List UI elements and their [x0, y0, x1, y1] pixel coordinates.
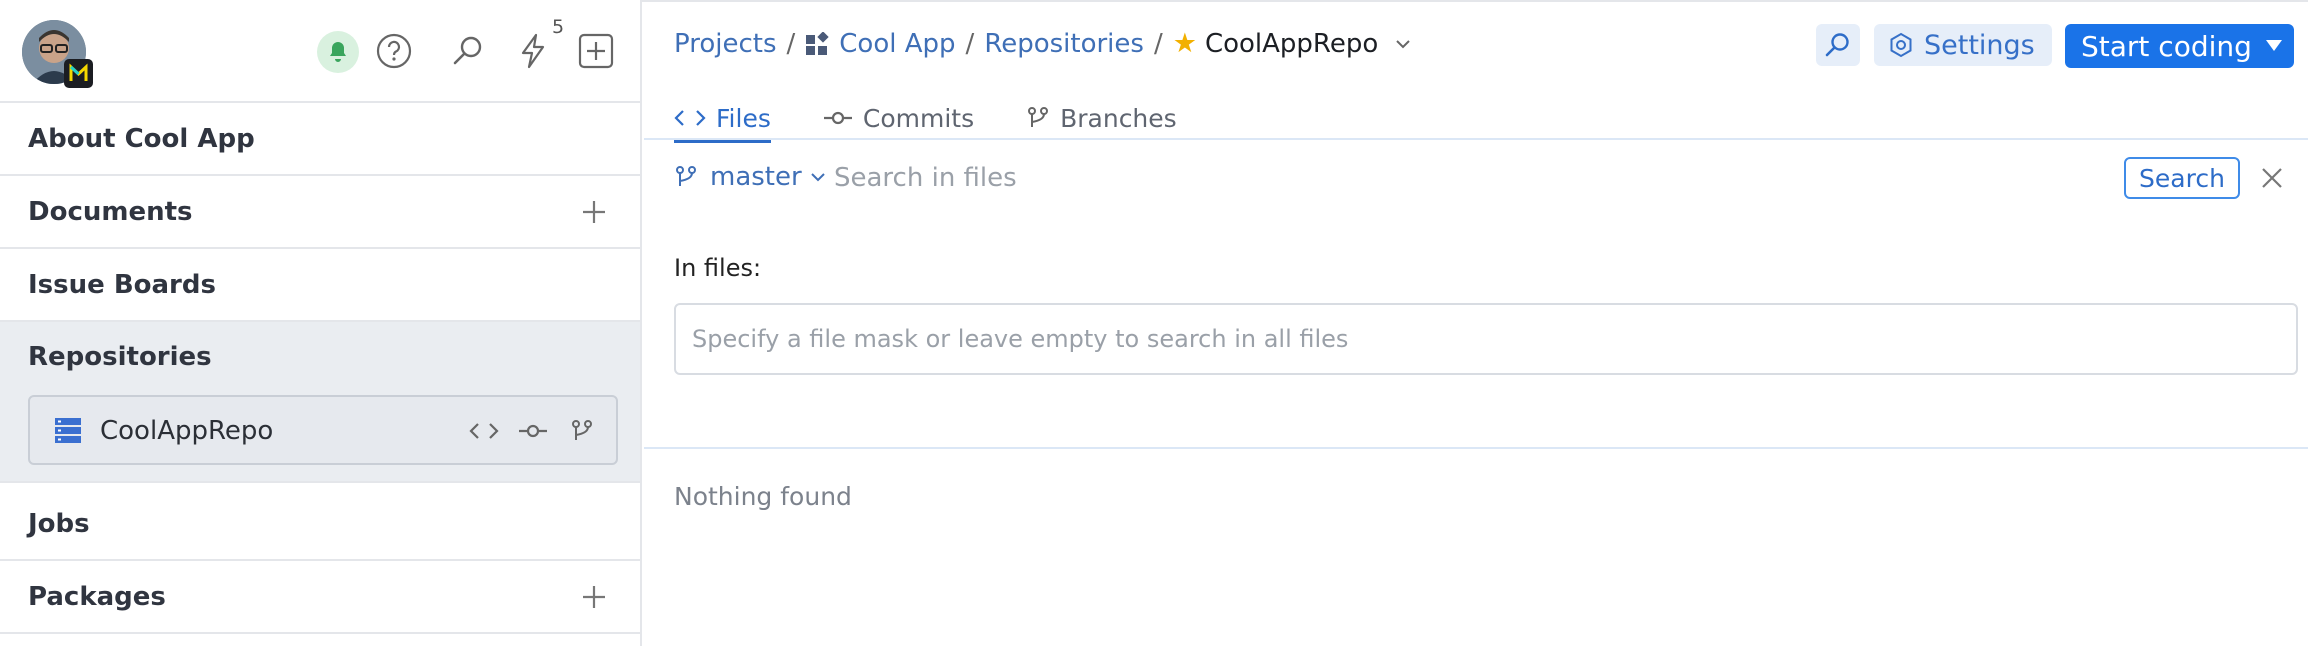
search-button[interactable]: Search: [2124, 157, 2240, 199]
lightning-icon[interactable]: [513, 31, 553, 71]
search-input[interactable]: [834, 160, 1634, 196]
help-icon[interactable]: [374, 31, 414, 71]
close-icon[interactable]: [2258, 164, 2286, 192]
add-icon[interactable]: [576, 31, 616, 71]
sidebar-item-issue-boards[interactable]: Issue Boards: [0, 249, 640, 322]
sidebar-item-label: Documents: [28, 196, 193, 227]
search-button-top[interactable]: [1816, 24, 1860, 66]
empty-results-text: Nothing found: [674, 482, 852, 511]
tab-files[interactable]: Files: [674, 97, 771, 143]
breadcrumb-repositories-link[interactable]: Repositories: [984, 29, 1144, 59]
breadcrumb-separator: /: [965, 28, 975, 59]
search-icon[interactable]: [448, 31, 488, 71]
branch-icon: [676, 166, 696, 186]
branch-icon: [1028, 107, 1049, 127]
sidebar-item-packages[interactable]: Packages: [0, 561, 640, 634]
tab-label: Commits: [862, 103, 975, 133]
settings-button[interactable]: Settings: [1874, 24, 2052, 66]
add-document-icon[interactable]: [580, 198, 608, 226]
repo-list-item[interactable]: CoolAppRepo: [28, 395, 618, 465]
caret-down-icon[interactable]: [2266, 40, 2282, 51]
tab-label: Branches: [1060, 103, 1177, 133]
repo-name: CoolAppRepo: [100, 416, 274, 446]
commit-icon[interactable]: [517, 417, 549, 445]
sidebar-item-jobs[interactable]: Jobs: [0, 488, 640, 561]
tab-divider: [644, 138, 2308, 140]
chevron-down-icon: [810, 173, 825, 182]
sidebar-item-label: Packages: [28, 581, 166, 612]
start-coding-label: Start coding: [2081, 29, 2252, 63]
gear-icon: [1890, 32, 1912, 58]
notification-count: 5: [552, 16, 565, 38]
start-coding-button[interactable]: Start coding: [2065, 24, 2294, 68]
breadcrumb-project-link[interactable]: Cool App: [839, 29, 955, 59]
notifications-bell-icon[interactable]: [317, 31, 359, 73]
add-package-icon[interactable]: [580, 583, 608, 611]
breadcrumb-separator: /: [1153, 28, 1163, 59]
file-mask-input[interactable]: [674, 303, 2298, 375]
sidebar-item-label: Issue Boards: [28, 269, 216, 300]
repository-icon: [55, 418, 81, 443]
breadcrumb: Projects / Cool App / Repositories / ★ C…: [674, 28, 1414, 59]
results-divider: [644, 447, 2308, 449]
sidebar-toolbar: 5: [0, 0, 640, 103]
sidebar-item-label: About Cool App: [28, 123, 255, 154]
code-icon[interactable]: [468, 417, 500, 445]
branch-name: master: [710, 162, 802, 192]
branch-selector[interactable]: master: [674, 162, 840, 192]
tab-label: Files: [716, 103, 771, 133]
search-icon: [1825, 33, 1849, 57]
in-files-label: In files:: [674, 254, 762, 282]
breadcrumb-current-repo[interactable]: CoolAppRepo: [1205, 29, 1378, 59]
sidebar-item-documents[interactable]: Documents: [0, 176, 640, 249]
tab-commits[interactable]: Commits: [823, 97, 974, 139]
sidebar-item-label: Repositories: [28, 342, 212, 372]
tab-bar: Files Commits Branches: [674, 97, 1229, 143]
star-icon[interactable]: ★: [1173, 28, 1197, 59]
sidebar-item-about[interactable]: About Cool App: [0, 103, 640, 176]
tab-branches[interactable]: Branches: [1026, 97, 1177, 139]
sidebar: 5 About Cool App Documents Issue Boards …: [0, 0, 642, 646]
code-icon: [674, 110, 706, 126]
app-logo-icon: [68, 63, 89, 84]
branch-icon[interactable]: [566, 417, 598, 445]
sidebar-item-label: Jobs: [28, 508, 90, 539]
chevron-down-icon[interactable]: [1392, 33, 1414, 55]
main-content: Projects / Cool App / Repositories / ★ C…: [644, 0, 2308, 646]
commit-icon: [823, 111, 852, 125]
breadcrumb-separator: /: [786, 28, 796, 59]
settings-label: Settings: [1924, 29, 2035, 61]
project-icon: [806, 31, 829, 55]
app-logo-badge: [64, 59, 93, 88]
breadcrumb-projects-link[interactable]: Projects: [674, 29, 777, 59]
